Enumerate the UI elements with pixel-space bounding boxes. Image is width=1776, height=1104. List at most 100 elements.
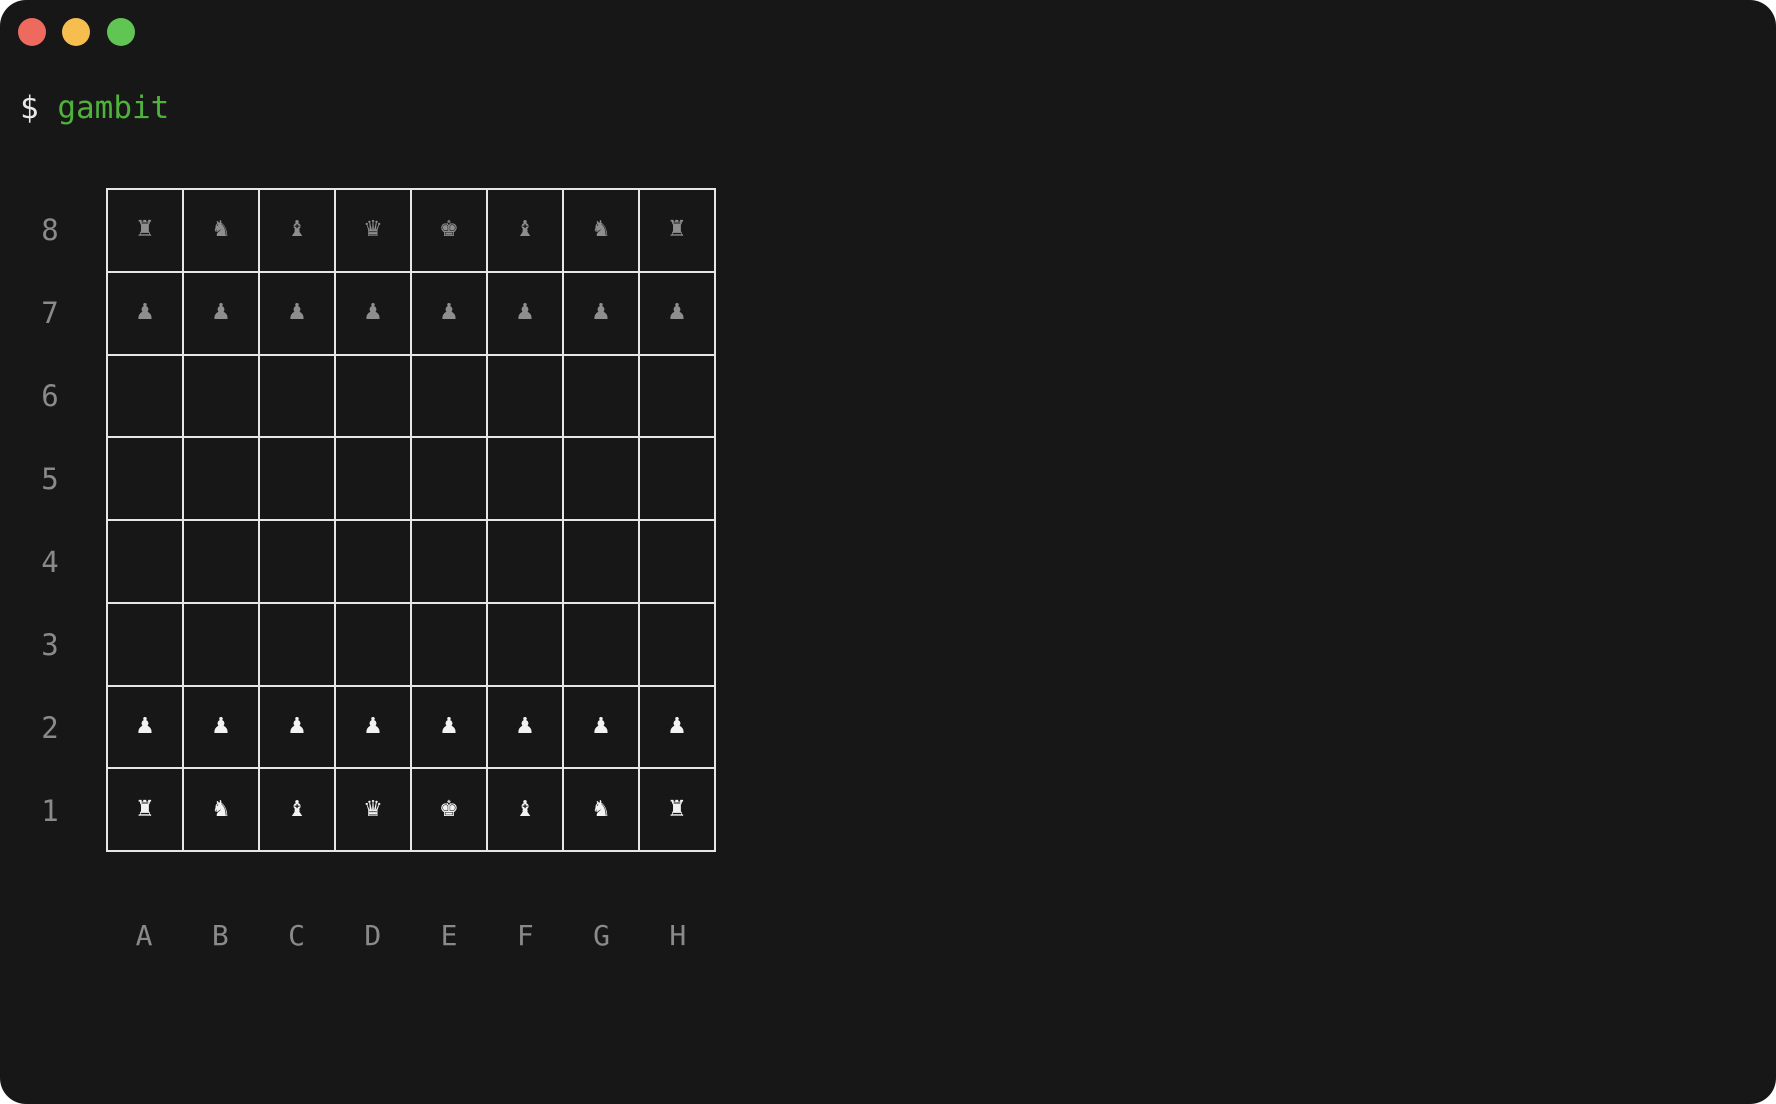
square-g3[interactable] (564, 603, 640, 687)
white-pawn-icon[interactable]: ♟ (363, 715, 383, 738)
square-g1[interactable]: ♞ (564, 769, 640, 852)
square-c4[interactable] (260, 521, 336, 604)
black-pawn-icon[interactable]: ♟ (591, 302, 611, 324)
square-d7[interactable]: ♟ (336, 272, 412, 356)
square-a3[interactable] (108, 603, 184, 687)
close-window-button[interactable] (18, 18, 46, 46)
white-bishop-icon[interactable]: ♝ (287, 798, 307, 821)
square-c5[interactable] (260, 438, 336, 521)
square-a7[interactable]: ♟ (108, 272, 184, 356)
black-bishop-icon[interactable]: ♝ (287, 219, 307, 241)
square-e4[interactable] (412, 521, 488, 604)
black-pawn-icon[interactable]: ♟ (439, 302, 459, 324)
square-h1[interactable]: ♜ (640, 769, 716, 852)
square-c6[interactable] (260, 355, 336, 439)
square-b5[interactable] (184, 438, 260, 521)
white-queen-icon[interactable]: ♛ (363, 798, 383, 821)
square-h5[interactable] (640, 438, 716, 521)
square-f4[interactable] (488, 521, 564, 604)
square-e5[interactable] (412, 438, 488, 521)
square-a8[interactable]: ♜ (108, 190, 184, 273)
square-c7[interactable]: ♟ (260, 272, 336, 356)
square-d2[interactable]: ♟ (336, 686, 412, 770)
white-knight-icon[interactable]: ♞ (591, 798, 611, 821)
square-c8[interactable]: ♝ (260, 190, 336, 273)
square-b4[interactable] (184, 521, 260, 604)
zoom-window-button[interactable] (107, 18, 135, 46)
square-h4[interactable] (640, 521, 716, 604)
black-rook-icon[interactable]: ♜ (667, 219, 687, 241)
square-f1[interactable]: ♝ (488, 769, 564, 852)
white-king-icon[interactable]: ♚ (439, 798, 459, 821)
square-d3[interactable] (336, 603, 412, 687)
white-knight-icon[interactable]: ♞ (211, 798, 231, 821)
black-pawn-icon[interactable]: ♟ (287, 302, 307, 324)
black-pawn-icon[interactable]: ♟ (211, 302, 231, 324)
square-a6[interactable] (108, 355, 184, 439)
square-d6[interactable] (336, 355, 412, 439)
square-e7[interactable]: ♟ (412, 272, 488, 356)
black-queen-icon[interactable]: ♛ (363, 219, 383, 241)
square-f7[interactable]: ♟ (488, 272, 564, 356)
square-h2[interactable]: ♟ (640, 686, 716, 770)
square-g7[interactable]: ♟ (564, 272, 640, 356)
black-bishop-icon[interactable]: ♝ (515, 219, 535, 241)
white-pawn-icon[interactable]: ♟ (515, 715, 535, 738)
square-d5[interactable] (336, 438, 412, 521)
square-g8[interactable]: ♞ (564, 190, 640, 273)
square-a1[interactable]: ♜ (108, 769, 184, 852)
square-b2[interactable]: ♟ (184, 686, 260, 770)
square-a4[interactable] (108, 521, 184, 604)
square-g2[interactable]: ♟ (564, 686, 640, 770)
square-a2[interactable]: ♟ (108, 686, 184, 770)
square-e6[interactable] (412, 355, 488, 439)
white-pawn-icon[interactable]: ♟ (591, 715, 611, 738)
square-f6[interactable] (488, 355, 564, 439)
square-d8[interactable]: ♛ (336, 190, 412, 273)
square-b3[interactable] (184, 603, 260, 687)
black-pawn-icon[interactable]: ♟ (515, 302, 535, 324)
file-label: F (516, 919, 534, 952)
square-g6[interactable] (564, 355, 640, 439)
square-e1[interactable]: ♚ (412, 769, 488, 852)
black-pawn-icon[interactable]: ♟ (667, 302, 687, 324)
white-pawn-icon[interactable]: ♟ (439, 715, 459, 738)
white-rook-icon[interactable]: ♜ (135, 798, 155, 821)
square-b8[interactable]: ♞ (184, 190, 260, 273)
square-h7[interactable]: ♟ (640, 272, 716, 356)
square-a5[interactable] (108, 438, 184, 521)
square-f5[interactable] (488, 438, 564, 521)
square-h3[interactable] (640, 603, 716, 687)
square-b1[interactable]: ♞ (184, 769, 260, 852)
minimize-window-button[interactable] (62, 18, 90, 46)
square-g4[interactable] (564, 521, 640, 604)
white-pawn-icon[interactable]: ♟ (135, 715, 155, 738)
white-pawn-icon[interactable]: ♟ (287, 715, 307, 738)
square-d1[interactable]: ♛ (336, 769, 412, 852)
black-knight-icon[interactable]: ♞ (591, 219, 611, 241)
square-e8[interactable]: ♚ (412, 190, 488, 273)
square-b6[interactable] (184, 355, 260, 439)
square-f2[interactable]: ♟ (488, 686, 564, 770)
black-knight-icon[interactable]: ♞ (211, 219, 231, 241)
square-b7[interactable]: ♟ (184, 272, 260, 356)
white-bishop-icon[interactable]: ♝ (515, 798, 535, 821)
square-c1[interactable]: ♝ (260, 769, 336, 852)
white-pawn-icon[interactable]: ♟ (211, 715, 231, 738)
black-king-icon[interactable]: ♚ (439, 219, 459, 241)
square-c3[interactable] (260, 603, 336, 687)
black-pawn-icon[interactable]: ♟ (135, 302, 155, 324)
square-c2[interactable]: ♟ (260, 686, 336, 770)
square-h8[interactable]: ♜ (640, 190, 716, 273)
white-rook-icon[interactable]: ♜ (667, 798, 687, 821)
square-f3[interactable] (488, 603, 564, 687)
square-e3[interactable] (412, 603, 488, 687)
black-pawn-icon[interactable]: ♟ (363, 302, 383, 324)
black-rook-icon[interactable]: ♜ (135, 219, 155, 241)
square-d4[interactable] (336, 521, 412, 604)
square-h6[interactable] (640, 355, 716, 439)
square-e2[interactable]: ♟ (412, 686, 488, 770)
square-f8[interactable]: ♝ (488, 190, 564, 273)
square-g5[interactable] (564, 438, 640, 521)
white-pawn-icon[interactable]: ♟ (667, 715, 687, 738)
